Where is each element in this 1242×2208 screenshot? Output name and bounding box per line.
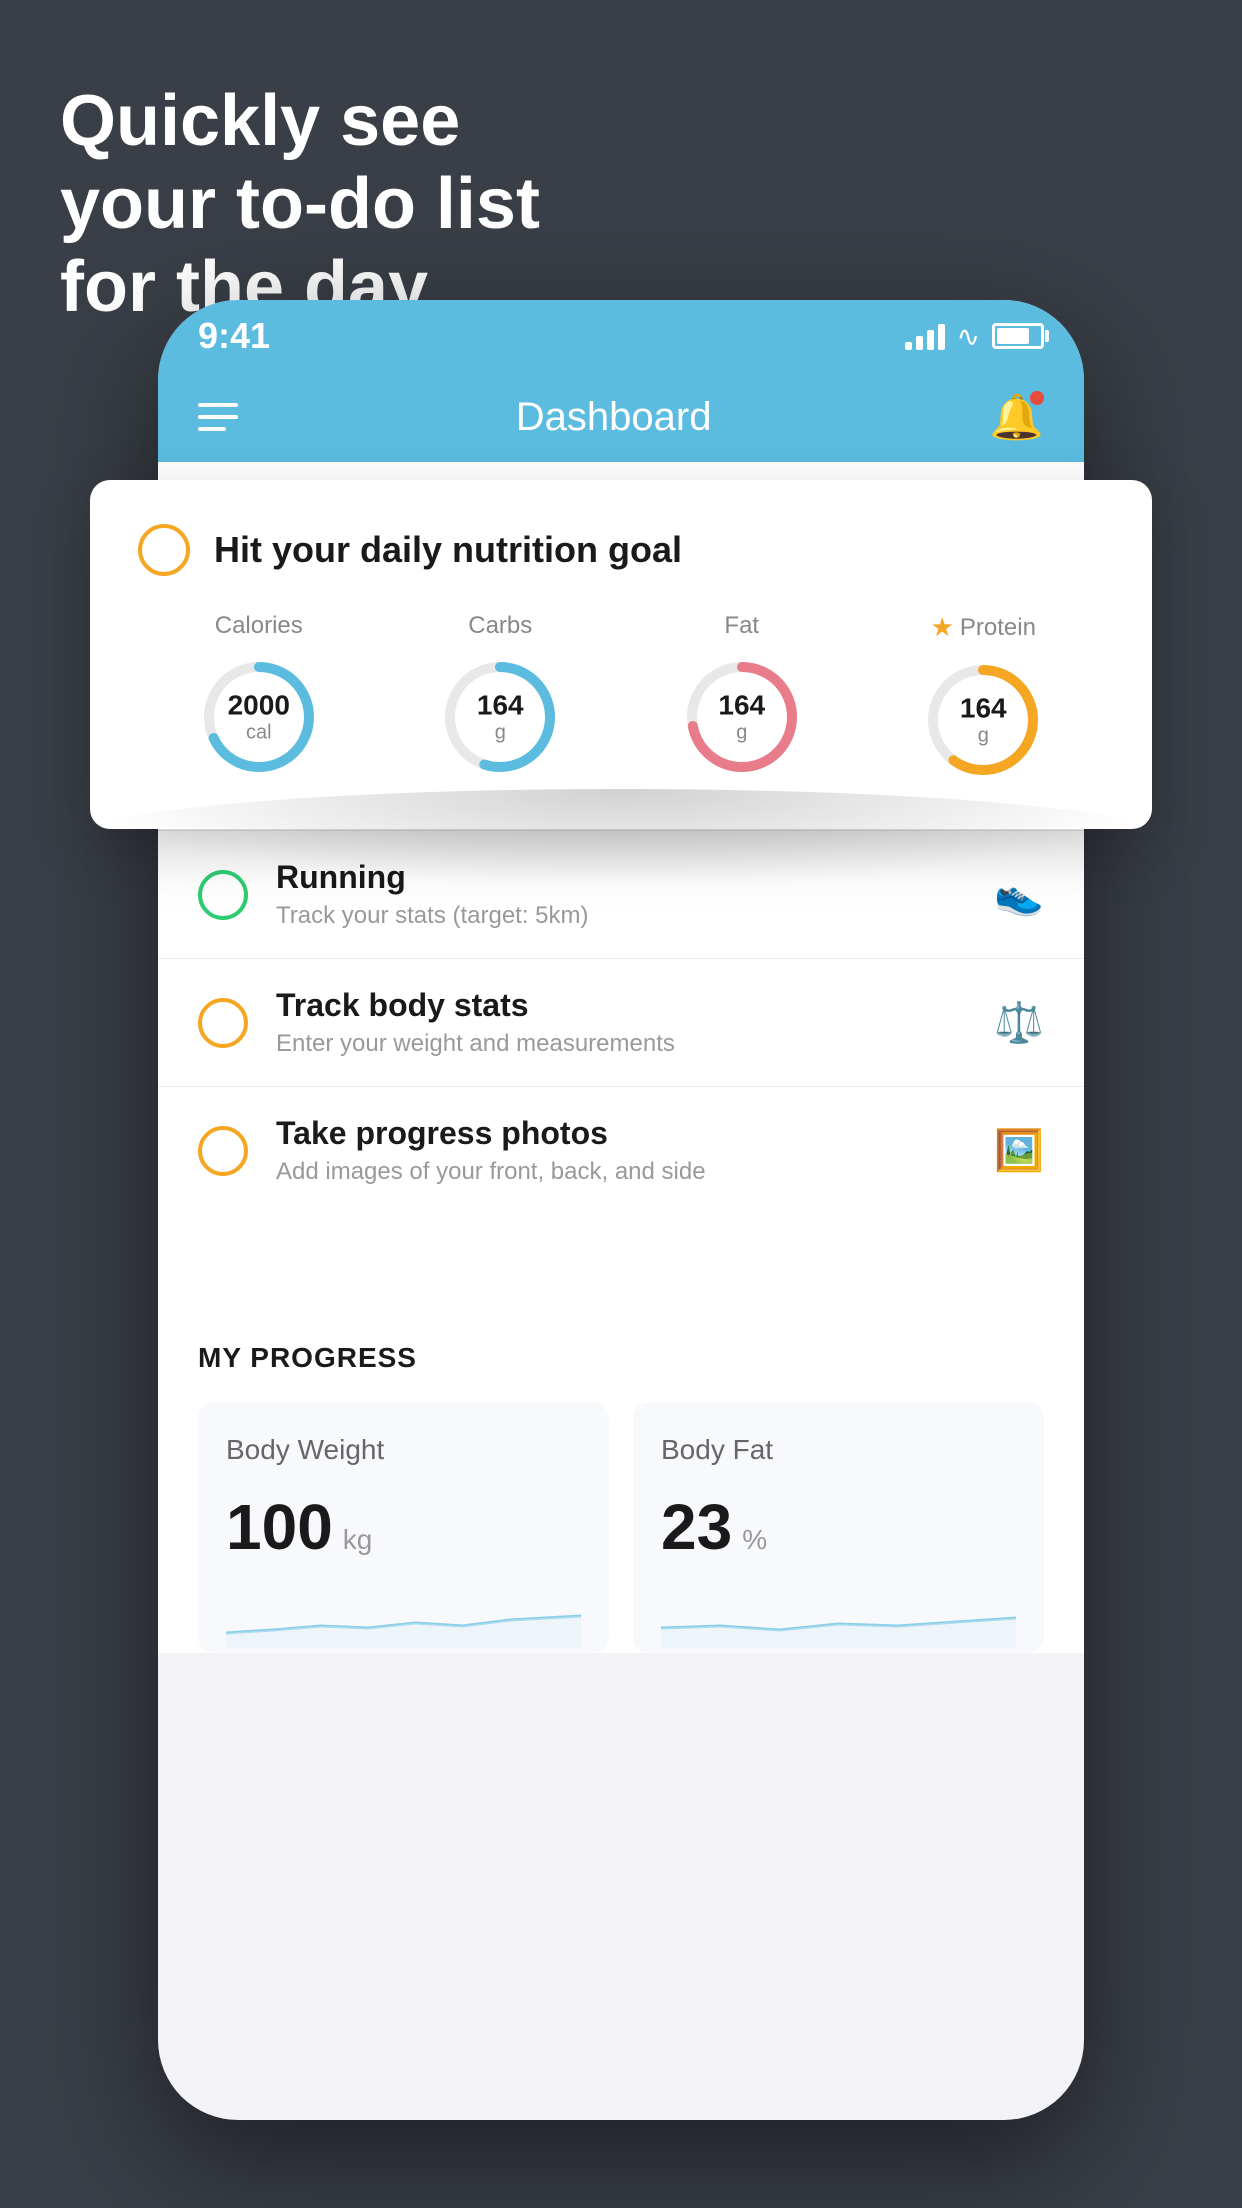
status-bar: 9:41 ∿	[158, 300, 1084, 372]
wifi-icon: ∿	[957, 320, 980, 353]
nutrition-circles: Calories 2000 cal Carbs	[138, 612, 1104, 785]
nutrition-item-carbs: Carbs 164 g	[435, 612, 565, 782]
todo-sub-progress-photo: Add images of your front, back, and side	[276, 1158, 974, 1186]
body-weight-value: 100	[226, 1490, 333, 1564]
nav-bar: Dashboard 🔔	[158, 372, 1084, 462]
todo-text-progress-photo: Take progress photos Add images of your …	[276, 1115, 974, 1186]
notification-button[interactable]: 🔔	[989, 391, 1044, 443]
body-fat-value: 23	[661, 1490, 732, 1564]
battery-icon	[992, 323, 1044, 349]
todo-item-progress-photo[interactable]: Take progress photos Add images of your …	[158, 1086, 1084, 1214]
headline: Quickly see your to-do list for the day.	[60, 80, 540, 328]
todo-text-body-stats: Track body stats Enter your weight and m…	[276, 987, 974, 1058]
notification-badge	[1030, 391, 1044, 405]
card-title-row: Hit your daily nutrition goal	[138, 524, 1104, 576]
nav-title: Dashboard	[516, 395, 712, 440]
protein-donut: 164 g	[918, 655, 1048, 785]
card-title: Hit your daily nutrition goal	[214, 529, 682, 571]
todo-circle-progress-photo	[198, 1126, 248, 1176]
carbs-label: Carbs	[468, 612, 532, 640]
fat-value: 164	[718, 691, 765, 722]
todo-sub-body-stats: Enter your weight and measurements	[276, 1030, 974, 1058]
todo-title-progress-photo: Take progress photos	[276, 1115, 974, 1152]
headline-line2: your to-do list	[60, 163, 540, 246]
progress-header: MY PROGRESS	[198, 1342, 1044, 1374]
signal-icon	[905, 322, 945, 350]
nutrition-item-calories: Calories 2000 cal	[194, 612, 324, 782]
calories-label: Calories	[215, 612, 303, 640]
status-time: 9:41	[198, 315, 270, 357]
progress-section: MY PROGRESS Body Weight 100 kg Body Fat	[158, 1294, 1084, 1653]
body-weight-unit: kg	[343, 1524, 373, 1556]
calories-unit: cal	[228, 721, 290, 743]
calories-donut: 2000 cal	[194, 652, 324, 782]
body-weight-chart	[226, 1588, 581, 1648]
body-fat-unit: %	[742, 1524, 767, 1556]
protein-value: 164	[960, 694, 1007, 725]
protein-label-row: ★ Protein	[931, 612, 1036, 643]
headline-line1: Quickly see	[60, 80, 540, 163]
todo-circle-body-stats	[198, 998, 248, 1048]
todo-item-body-stats[interactable]: Track body stats Enter your weight and m…	[158, 958, 1084, 1086]
scale-icon: ⚖️	[994, 999, 1044, 1046]
card-shadow	[70, 789, 1172, 889]
body-weight-title: Body Weight	[226, 1434, 581, 1466]
card-circle-icon	[138, 524, 190, 576]
body-weight-card: Body Weight 100 kg	[198, 1402, 609, 1653]
nutrition-item-protein: ★ Protein 164 g	[918, 612, 1048, 785]
carbs-unit: g	[477, 721, 524, 743]
running-icon: 👟	[994, 871, 1044, 918]
protein-label: Protein	[960, 614, 1036, 642]
todo-title-body-stats: Track body stats	[276, 987, 974, 1024]
todo-circle-running	[198, 870, 248, 920]
menu-button[interactable]	[198, 403, 238, 431]
photo-icon: 🖼️	[994, 1127, 1044, 1174]
progress-cards: Body Weight 100 kg Body Fat 23 %	[198, 1402, 1044, 1653]
body-weight-value-row: 100 kg	[226, 1490, 581, 1564]
body-fat-title: Body Fat	[661, 1434, 1016, 1466]
todo-sub-running: Track your stats (target: 5km)	[276, 902, 974, 930]
status-icons: ∿	[905, 320, 1044, 353]
carbs-donut: 164 g	[435, 652, 565, 782]
carbs-value: 164	[477, 691, 524, 722]
body-fat-card: Body Fat 23 %	[633, 1402, 1044, 1653]
fat-unit: g	[718, 721, 765, 743]
fat-donut: 164 g	[677, 652, 807, 782]
protein-unit: g	[960, 724, 1007, 746]
body-fat-value-row: 23 %	[661, 1490, 1016, 1564]
star-icon: ★	[931, 612, 954, 643]
nutrition-item-fat: Fat 164 g	[677, 612, 807, 782]
body-fat-chart	[661, 1588, 1016, 1648]
nutrition-card: Hit your daily nutrition goal Calories 2…	[90, 480, 1152, 829]
calories-value: 2000	[228, 691, 290, 722]
fat-label: Fat	[724, 612, 759, 640]
